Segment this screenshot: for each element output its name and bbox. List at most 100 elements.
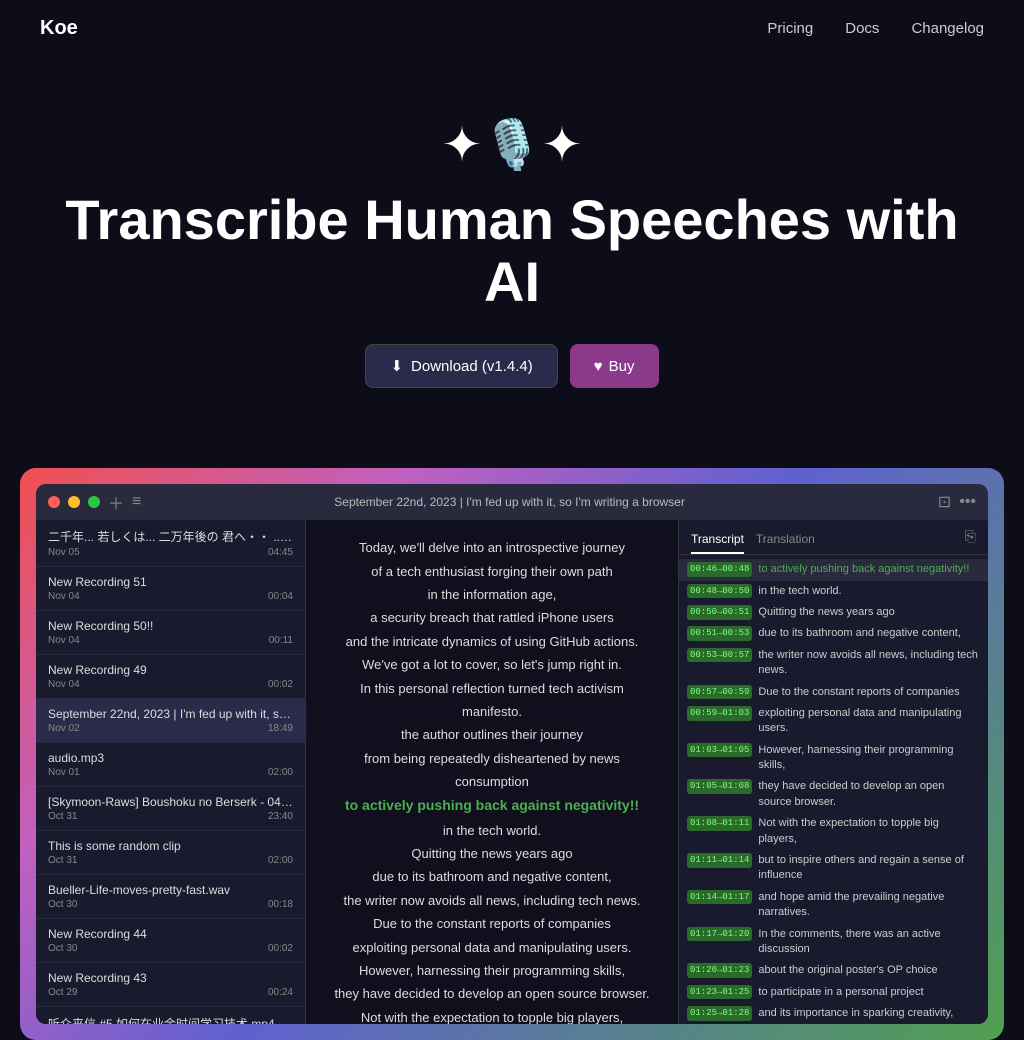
transcript-row[interactable]: 01:08→01:11 Not with the expectation to …	[679, 813, 988, 850]
sidebar-item-time: 00:24	[268, 987, 293, 998]
main-text-line: the author outlines their journey	[330, 723, 654, 746]
transcript-row[interactable]: 00:48→00:50 in the tech world.	[679, 581, 988, 602]
sidebar-item-title: 听众来信 #5 如何在业余时间学习技术.mp4	[48, 1015, 293, 1024]
expand-icon[interactable]: ⊡	[938, 492, 951, 512]
main-text-line: the writer now avoids all news, includin…	[330, 889, 654, 912]
sidebar-item-meta: Oct 31 02:00	[48, 855, 293, 866]
transcript-text: but to inspire others and regain a sense…	[758, 853, 980, 884]
sidebar-item[interactable]: New Recording 43 Oct 29 00:24	[36, 963, 305, 1007]
transcript-row[interactable]: 01:17→01:20 In the comments, there was a…	[679, 924, 988, 961]
sidebar-item-meta: Nov 02 18:49	[48, 723, 293, 734]
transcript-text: due to its bathroom and negative content…	[758, 626, 960, 641]
sidebar-item-date: Oct 29	[48, 987, 77, 998]
close-button[interactable]	[48, 496, 60, 508]
minimize-button[interactable]	[68, 496, 80, 508]
sidebar-item-time: 18:49	[268, 723, 293, 734]
transcript-text: exploiting personal data and manipulatin…	[758, 706, 980, 737]
sidebar-item-time: 00:02	[268, 943, 293, 954]
main-text-line: from being repeatedly disheartened by ne…	[330, 747, 654, 794]
sidebar-item-time: 02:00	[268, 855, 293, 866]
transcript-time: 01:05→01:08	[687, 779, 752, 794]
transcript-row[interactable]: 01:05→01:08 they have decided to develop…	[679, 776, 988, 813]
transcript-time: 00:57→00:59	[687, 685, 752, 700]
sidebar-item-title: Bueller-Life-moves-pretty-fast.wav	[48, 883, 293, 897]
main-text-line: Due to the constant reports of companies	[330, 912, 654, 935]
transcript-text: in the tech world.	[758, 584, 841, 599]
transcript-text: they have decided to develop an open sou…	[758, 779, 980, 810]
sidebar-item-date: Oct 31	[48, 811, 77, 822]
transcript-row[interactable]: 00:57→00:59 Due to the constant reports …	[679, 682, 988, 703]
hero-section: ✦🎙️✦ Transcribe Human Speeches with AI ⬇…	[0, 56, 1024, 468]
transcript-row[interactable]: 01:11→01:14 but to inspire others and re…	[679, 850, 988, 887]
sidebar-item-time: 04:45	[268, 547, 293, 558]
sidebar-item[interactable]: Bueller-Life-moves-pretty-fast.wav Oct 3…	[36, 875, 305, 919]
hero-buttons: ⬇ Download (v1.4.4) ♥ Buy	[40, 344, 984, 388]
sidebar-item-meta: Nov 04 00:02	[48, 679, 293, 690]
main-text-line: In this personal reflection turned tech …	[330, 677, 654, 700]
sidebar-item[interactable]: New Recording 50!! Nov 04 00:11	[36, 611, 305, 655]
sidebar-item[interactable]: [Skymoon-Raws] Boushoku no Berserk - 04 …	[36, 787, 305, 831]
transcript-row[interactable]: 01:03→01:05 However, harnessing their pr…	[679, 740, 988, 777]
nav-pricing[interactable]: Pricing	[767, 20, 813, 37]
transcript-row[interactable]: 00:50→00:51 Quitting the news years ago	[679, 602, 988, 623]
sidebar-item-title: New Recording 50!!	[48, 619, 293, 633]
main-text-line: Not with the expectation to topple big p…	[330, 1006, 654, 1024]
sidebar-item-title: This is some random clip	[48, 839, 293, 853]
transcript-tabs: Transcript Translation ⎘	[679, 520, 988, 555]
sidebar-item-time: 02:00	[268, 767, 293, 778]
nav-docs[interactable]: Docs	[845, 20, 879, 37]
nav-changelog[interactable]: Changelog	[911, 20, 984, 37]
transcript-row[interactable]: 01:14→01:17 and hope amid the prevailing…	[679, 887, 988, 924]
transcript-text: the writer now avoids all news, includin…	[758, 648, 980, 679]
tab-translation[interactable]: Translation	[756, 528, 815, 554]
sidebar-item-meta: Nov 01 02:00	[48, 767, 293, 778]
transcript-time: 00:59→01:03	[687, 706, 752, 721]
transcript-text: and its importance in sparking creativit…	[758, 1006, 953, 1021]
sidebar-item[interactable]: 二千年... 若しくは... 二万年後の 君へ・・ ...mp4 Nov 05 …	[36, 520, 305, 567]
sidebar-item[interactable]: New Recording 49 Nov 04 00:02	[36, 655, 305, 699]
sidebar-item-meta: Nov 05 04:45	[48, 547, 293, 558]
sidebar-item[interactable]: New Recording 44 Oct 30 00:02	[36, 919, 305, 963]
sidebar-item[interactable]: September 22nd, 2023 | I'm fed up with i…	[36, 699, 305, 743]
download-button[interactable]: ⬇ Download (v1.4.4)	[365, 344, 557, 388]
main-text-line: of a tech enthusiast forging their own p…	[330, 560, 654, 583]
sidebar-item-date: Nov 05	[48, 547, 80, 558]
transcript-row[interactable]: 00:53→00:57 the writer now avoids all ne…	[679, 645, 988, 682]
sidebar-item[interactable]: audio.mp3 Nov 01 02:00	[36, 743, 305, 787]
transcript-text: Due to the constant reports of companies	[758, 685, 959, 700]
sidebar-item-time: 00:18	[268, 899, 293, 910]
sidebar-item[interactable]: 听众来信 #5 如何在业余时间学习技术.mp4 Oct 28 16:02	[36, 1007, 305, 1024]
nav-links: Pricing Docs Changelog	[767, 20, 984, 37]
transcript-row[interactable]: 00:59→01:03 exploiting personal data and…	[679, 703, 988, 740]
more-icon[interactable]: •••	[959, 493, 976, 511]
sidebar-item-time: 00:02	[268, 679, 293, 690]
titlebar: ＋ ≡ September 22nd, 2023 | I'm fed up wi…	[36, 484, 988, 520]
sidebar-item[interactable]: New Recording 51 Nov 04 00:04	[36, 567, 305, 611]
main-text-line: We've got a lot to cover, so let's jump …	[330, 653, 654, 676]
sidebar-item-date: Oct 30	[48, 943, 77, 954]
hero-title: Transcribe Human Speeches with AI	[40, 189, 984, 312]
sidebar-item-time: 00:11	[269, 635, 293, 646]
transcript-row[interactable]: 01:25→01:28 and its importance in sparki…	[679, 1003, 988, 1024]
transcript-time: 00:48→00:50	[687, 584, 752, 599]
transcript-row[interactable]: 01:20→01:23 about the original poster's …	[679, 960, 988, 981]
transcript-time: 00:51→00:53	[687, 626, 752, 641]
app-screenshot: ＋ ≡ September 22nd, 2023 | I'm fed up wi…	[20, 468, 1004, 1040]
transcript-row[interactable]: 00:46→00:48 to actively pushing back aga…	[679, 559, 988, 580]
buy-button[interactable]: ♥ Buy	[570, 344, 659, 388]
sidebar-item[interactable]: This is some random clip Oct 31 02:00	[36, 831, 305, 875]
sidebar-item-meta: Nov 04 00:04	[48, 591, 293, 602]
main-text-line: and the intricate dynamics of using GitH…	[330, 630, 654, 653]
sidebar-item-date: Nov 04	[48, 635, 80, 646]
main-text-line: due to its bathroom and negative content…	[330, 865, 654, 888]
transcript-row[interactable]: 00:51→00:53 due to its bathroom and nega…	[679, 623, 988, 644]
main-text-line: in the tech world.	[330, 819, 654, 842]
heart-icon: ♥	[594, 358, 603, 375]
logo: Koe	[40, 17, 78, 40]
transcript-row[interactable]: 01:23→01:25 to participate in a personal…	[679, 982, 988, 1003]
sidebar-item-title: September 22nd, 2023 | I'm fed up with i…	[48, 707, 293, 721]
sidebar-item-meta: Oct 30 00:02	[48, 943, 293, 954]
tab-transcript[interactable]: Transcript	[691, 528, 744, 554]
copy-icon[interactable]: ⎘	[965, 528, 976, 554]
main-text-line: in the information age,	[330, 583, 654, 606]
